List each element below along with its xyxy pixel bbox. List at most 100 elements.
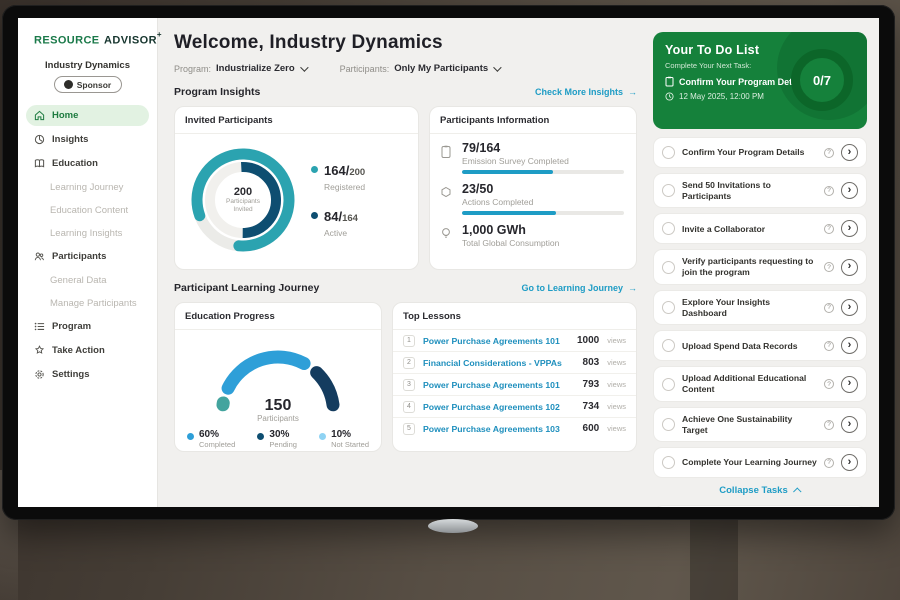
legend-dot-navy xyxy=(257,433,264,440)
section-title: Program Insights xyxy=(174,86,260,98)
lesson-row: 1 Power Purchase Agreements 101 1000 vie… xyxy=(393,330,636,352)
sidebar-item-participants[interactable]: Participants xyxy=(26,246,149,267)
sidebar-item-learning-journey[interactable]: Learning Journey xyxy=(26,177,149,198)
help-icon[interactable]: ? xyxy=(824,224,834,234)
help-icon[interactable]: ? xyxy=(824,458,834,468)
chevron-right-icon[interactable]: › xyxy=(841,376,858,393)
participants-icon xyxy=(34,251,45,262)
task-checkbox[interactable] xyxy=(662,261,675,274)
participants-filter[interactable]: Participants: Only My Participants xyxy=(340,63,500,74)
help-icon[interactable]: ? xyxy=(824,303,834,313)
lesson-link[interactable]: Power Purchase Agreements 103 xyxy=(423,424,575,434)
sidebar-item-learning-insights[interactable]: Learning Insights xyxy=(26,223,149,244)
chevron-right-icon[interactable]: › xyxy=(841,259,858,276)
check-more-insights-link[interactable]: Check More Insights → xyxy=(535,87,637,97)
lesson-link[interactable]: Power Purchase Agreements 101 xyxy=(423,380,575,390)
task-checkbox[interactable] xyxy=(662,339,675,352)
page-title: Welcome, Industry Dynamics xyxy=(174,32,637,54)
sidebar-item-label: General Data xyxy=(50,275,107,286)
lesson-link[interactable]: Power Purchase Agreements 101 xyxy=(423,336,569,346)
lesson-views-label: views xyxy=(607,424,626,433)
participants-filter-label: Participants: xyxy=(340,64,390,74)
sidebar-item-home[interactable]: Home xyxy=(26,105,149,126)
task-checkbox[interactable] xyxy=(662,146,675,159)
donut-center-caption: Participants xyxy=(226,198,260,206)
chevron-right-icon[interactable]: › xyxy=(841,299,858,316)
chevron-right-icon[interactable]: › xyxy=(841,337,858,354)
task-checkbox[interactable] xyxy=(662,456,675,469)
task-row[interactable]: Send 50 Invitations to Participants ? › xyxy=(653,173,867,208)
help-icon[interactable]: ? xyxy=(824,341,834,351)
sidebar-item-insights[interactable]: Insights xyxy=(26,129,149,150)
legend-pct: 10% xyxy=(331,429,369,440)
lesson-views-label: views xyxy=(607,380,626,389)
sidebar-item-take-action[interactable]: Take Action xyxy=(26,340,149,361)
help-icon[interactable]: ? xyxy=(824,262,834,272)
gauge-center-caption: Participants xyxy=(185,414,371,423)
legend-dot-lightblue xyxy=(319,433,326,440)
survey-icon xyxy=(440,142,454,174)
stat-label: Emission Survey Completed xyxy=(462,156,624,166)
task-row[interactable]: Verify participants requesting to join t… xyxy=(653,249,867,284)
program-filter[interactable]: Program: Industrialize Zero xyxy=(174,63,306,74)
chevron-right-icon[interactable]: › xyxy=(841,416,858,433)
task-row[interactable]: Upload Spend Data Records ? › xyxy=(653,330,867,361)
legend-value-sub: 200 xyxy=(349,167,365,178)
program-insights-header: Program Insights Check More Insights → xyxy=(174,86,637,98)
legend-item-active: 84/164 Active xyxy=(311,208,365,238)
sidebar-item-label: Learning Journey xyxy=(50,182,123,193)
chevron-down-icon xyxy=(493,63,501,71)
sidebar-item-label: Take Action xyxy=(52,345,105,356)
help-icon[interactable]: ? xyxy=(824,379,834,389)
help-icon[interactable]: ? xyxy=(824,186,834,196)
sidebar-item-settings[interactable]: Settings xyxy=(26,364,149,385)
sidebar-item-program[interactable]: Program xyxy=(26,316,149,337)
go-to-learning-journey-link[interactable]: Go to Learning Journey → xyxy=(521,283,637,293)
task-checkbox[interactable] xyxy=(662,378,675,391)
sidebar: RESOURCE ADVISOR+ Industry Dynamics Spon… xyxy=(18,18,158,507)
legend-dot-teal xyxy=(311,166,318,173)
sidebar-item-label: Manage Participants xyxy=(50,298,137,309)
chevron-right-icon[interactable]: › xyxy=(841,220,858,237)
legend-pct: 60% xyxy=(199,429,235,440)
sidebar-item-manage-participants[interactable]: Manage Participants xyxy=(26,293,149,314)
insights-cards-row: Invited Participants 200 Partic xyxy=(174,106,637,270)
task-row[interactable]: Confirm Your Program Details ? › xyxy=(653,137,867,168)
legend-item-completed: 60% Completed xyxy=(187,429,235,449)
task-checkbox[interactable] xyxy=(662,222,675,235)
sidebar-item-education[interactable]: Education xyxy=(26,153,149,174)
education-gauge-chart: 150 Participants xyxy=(185,332,371,425)
task-row[interactable]: Complete Your Learning Journey ? › xyxy=(653,447,867,478)
lesson-row: 3 Power Purchase Agreements 101 793 view… xyxy=(393,374,636,396)
help-icon[interactable]: ? xyxy=(824,148,834,158)
legend-item-not-started: 10% Not Started xyxy=(319,429,369,449)
education-icon xyxy=(34,158,45,169)
task-row[interactable]: Explore Your Insights Dashboard ? › xyxy=(653,290,867,325)
task-label: Upload Spend Data Records xyxy=(682,341,817,352)
participants-information-card: Participants Information 79/164 Emission… xyxy=(429,106,637,270)
lesson-link[interactable]: Financial Considerations - VPPAs xyxy=(423,358,575,368)
task-row[interactable]: Invite a Collaborator ? › xyxy=(653,213,867,244)
task-label: Verify participants requesting to join t… xyxy=(682,256,817,277)
help-icon[interactable]: ? xyxy=(824,420,834,430)
chevron-right-icon[interactable]: › xyxy=(841,144,858,161)
invited-participants-card: Invited Participants 200 Partic xyxy=(174,106,419,270)
sidebar-item-education-content[interactable]: Education Content xyxy=(26,200,149,221)
chevron-right-icon[interactable]: › xyxy=(841,454,858,471)
task-row[interactable]: Upload Additional Educational Content ? … xyxy=(653,366,867,401)
task-row[interactable]: Achieve One Sustainability Target ? › xyxy=(653,407,867,442)
task-checkbox[interactable] xyxy=(662,184,675,197)
task-checkbox[interactable] xyxy=(662,301,675,314)
legend-label: Pending xyxy=(269,440,297,449)
lesson-views: 734 xyxy=(583,401,600,412)
progress-track xyxy=(462,211,624,215)
sponsor-badge-label: Sponsor xyxy=(77,80,111,90)
sidebar-item-label: Education xyxy=(52,158,98,169)
task-checkbox[interactable] xyxy=(662,418,675,431)
lesson-link[interactable]: Power Purchase Agreements 102 xyxy=(423,402,575,412)
chevron-right-icon[interactable]: › xyxy=(841,182,858,199)
learning-journey-header: Participant Learning Journey Go to Learn… xyxy=(174,282,637,294)
sidebar-item-general-data[interactable]: General Data xyxy=(26,270,149,291)
collapse-tasks-link[interactable]: Collapse Tasks xyxy=(653,485,867,496)
logo-text-secondary: ADVISOR xyxy=(104,34,157,46)
